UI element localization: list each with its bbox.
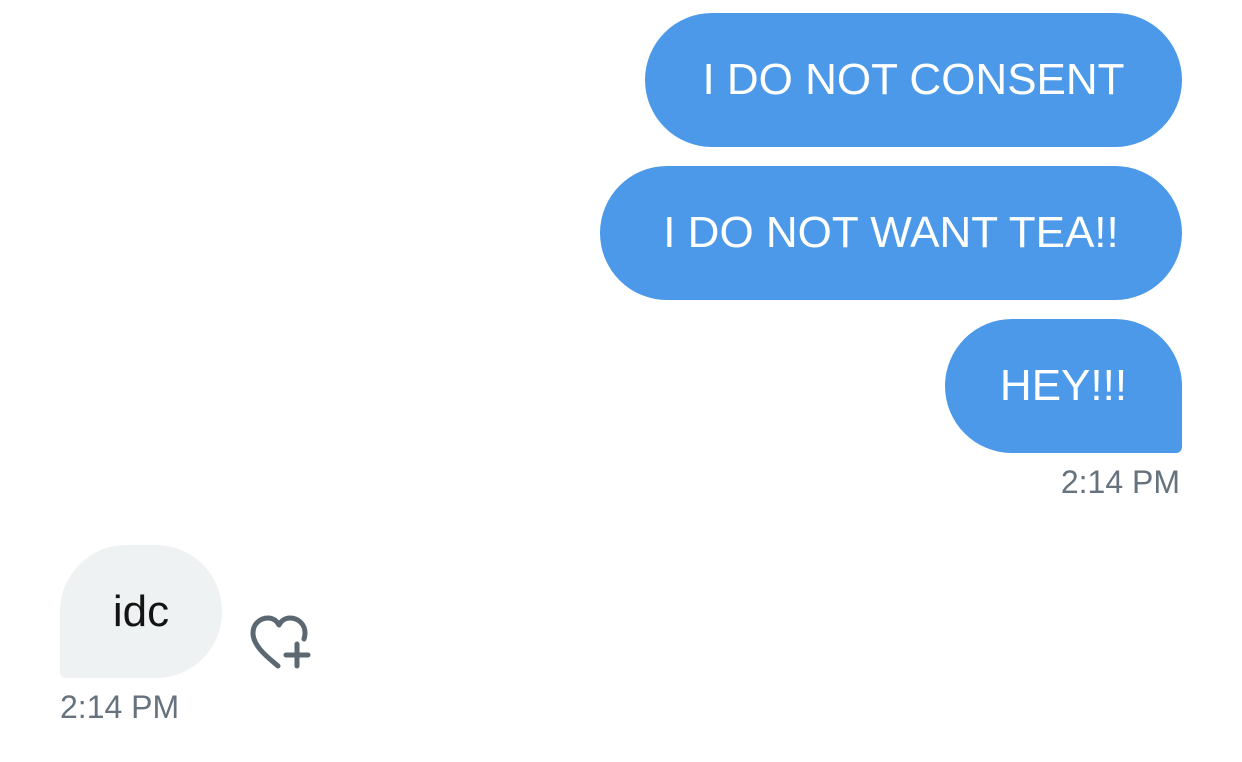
message-text: idc bbox=[112, 586, 170, 636]
sent-message-bubble[interactable]: I DO NOT CONSENT bbox=[645, 13, 1182, 147]
message-text: HEY!!! bbox=[999, 361, 1128, 410]
message-text: I DO NOT WANT TEA!! bbox=[663, 208, 1119, 257]
heart-plus-icon[interactable] bbox=[248, 614, 316, 672]
sent-message-bubble[interactable]: HEY!!! bbox=[945, 319, 1182, 453]
sent-message-bubble[interactable]: I DO NOT WANT TEA!! bbox=[600, 166, 1182, 300]
received-message-bubble[interactable]: idc bbox=[60, 545, 222, 678]
received-timestamp: 2:14 PM bbox=[60, 689, 180, 725]
sent-timestamp: 2:14 PM bbox=[1060, 464, 1180, 500]
message-text: I DO NOT CONSENT bbox=[702, 55, 1125, 104]
